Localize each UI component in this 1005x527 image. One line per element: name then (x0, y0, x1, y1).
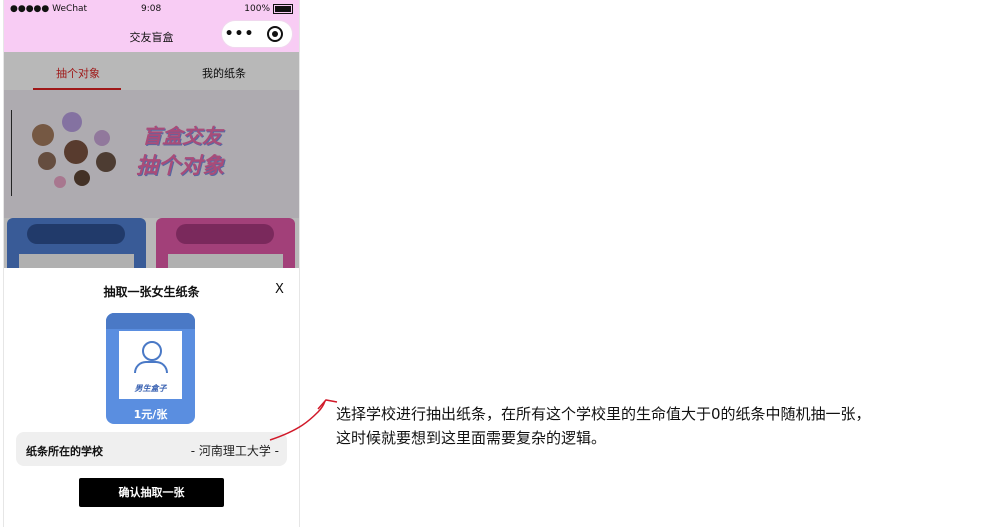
annotation-line-1: 选择学校进行抽出纸条，在所有这个学校里的生命值大于0的纸条中随机抽一张， (336, 405, 871, 423)
annotation-line-2: 这时候就要想到这里面需要复杂的逻辑。 (336, 429, 607, 447)
annotation-note: 选择学校进行抽出纸条，在所有这个学校里的生命值大于0的纸条中随机抽一张， 这时候… (336, 402, 1001, 450)
